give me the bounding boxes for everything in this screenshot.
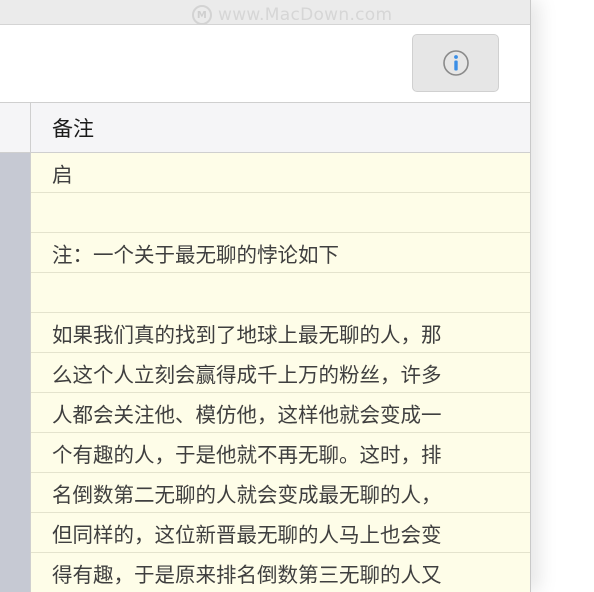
notes-table: 备注 启 注：一个关于最无聊的悖论如下 如果我们真的找到了地球上最无聊的人，那 …: [0, 102, 530, 592]
toolbar: [0, 25, 530, 102]
info-circle-icon: [442, 50, 469, 76]
note-row[interactable]: 但同样的，这位新晋最无聊的人马上也会变: [31, 513, 530, 553]
note-row[interactable]: [31, 273, 530, 313]
note-row[interactable]: 么这个人立刻会赢得成千上万的粉丝，许多: [31, 353, 530, 393]
note-row[interactable]: 个有趣的人，于是他就不再无聊。这时，排: [31, 433, 530, 473]
note-row[interactable]: 名倒数第二无聊的人就会变成最无聊的人，: [31, 473, 530, 513]
watermark-logo-icon: M: [192, 5, 212, 25]
note-row[interactable]: 启: [31, 153, 530, 193]
note-row[interactable]: [31, 193, 530, 233]
watermark-text: www.MacDown.com: [218, 5, 393, 25]
note-row[interactable]: 如果我们真的找到了地球上最无聊的人，那: [31, 313, 530, 353]
note-row[interactable]: 人都会关注他、模仿他，这样他就会变成一: [31, 393, 530, 433]
note-row[interactable]: 注：一个关于最无聊的悖论如下: [31, 233, 530, 273]
note-row[interactable]: 得有趣，于是原来排名倒数第三无聊的人又: [31, 553, 530, 592]
notes-list: 启 注：一个关于最无聊的悖论如下 如果我们真的找到了地球上最无聊的人，那 么这个…: [31, 153, 530, 592]
app-window: M www.MacDown.com 备注 启 注：一个关于最无聊的悖论如下 如果…: [0, 0, 531, 592]
notes-column-header[interactable]: 备注: [31, 103, 530, 153]
info-button[interactable]: [412, 34, 499, 92]
watermark: M www.MacDown.com: [192, 5, 392, 25]
left-column-cells[interactable]: [0, 153, 31, 592]
left-column-header[interactable]: [0, 103, 31, 153]
title-bar[interactable]: M www.MacDown.com: [0, 0, 530, 25]
